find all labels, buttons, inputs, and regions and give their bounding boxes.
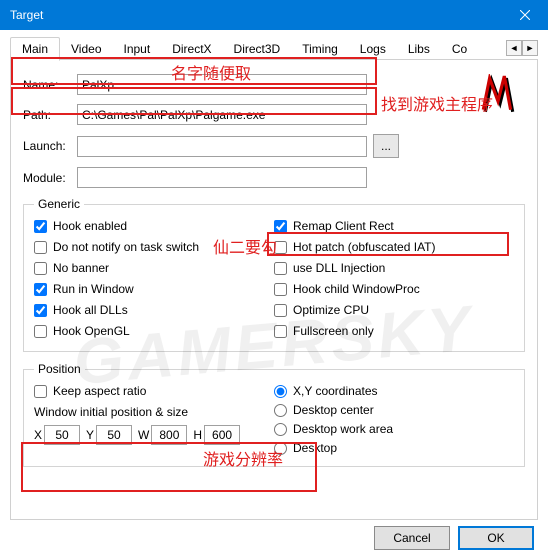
radio-label-2: Desktop work area (293, 422, 393, 436)
path-input[interactable] (77, 104, 367, 125)
tab-timing[interactable]: Timing (291, 38, 349, 60)
chk-label-left-2: No banner (53, 261, 109, 275)
launch-label: Launch: (23, 139, 77, 153)
chk-label-left-0: Hook enabled (53, 219, 127, 233)
radio-label-1: Desktop center (293, 403, 374, 417)
tab-scroll-right[interactable]: ► (522, 40, 538, 56)
w-label: W (138, 428, 149, 442)
app-logo (477, 74, 519, 116)
tab-direct3d[interactable]: Direct3D (223, 38, 292, 60)
chk-label-left-3: Run in Window (53, 282, 134, 296)
position-group: Position Keep aspect ratio Window initia… (23, 362, 525, 467)
radio-3[interactable] (274, 442, 287, 455)
ok-button[interactable]: OK (458, 526, 534, 550)
close-icon (520, 10, 530, 20)
x-input[interactable] (44, 425, 80, 445)
chk-left-4[interactable] (34, 304, 47, 317)
chk-left-1[interactable] (34, 241, 47, 254)
path-label: Path: (23, 108, 77, 122)
w-input[interactable] (151, 425, 187, 445)
module-label: Module: (23, 171, 77, 185)
window-title: Target (10, 8, 502, 22)
chk-right-1[interactable] (274, 241, 287, 254)
tab-bar: Main Video Input DirectX Direct3D Timing… (10, 36, 538, 60)
chk-left-3[interactable] (34, 283, 47, 296)
radio-1[interactable] (274, 404, 287, 417)
chk-left-0[interactable] (34, 220, 47, 233)
chk-label-left-5: Hook OpenGL (53, 324, 130, 338)
chk-right-3[interactable] (274, 283, 287, 296)
cancel-button[interactable]: Cancel (374, 526, 450, 550)
h-label: H (193, 428, 202, 442)
chk-label-right-0: Remap Client Rect (293, 219, 394, 233)
module-input[interactable] (77, 167, 367, 188)
y-label: Y (86, 428, 94, 442)
chk-right-2[interactable] (274, 262, 287, 275)
tab-scroll-left[interactable]: ◄ (506, 40, 522, 56)
chk-label-left-4: Hook all DLLs (53, 303, 128, 317)
name-input[interactable] (77, 74, 367, 95)
tab-input[interactable]: Input (113, 38, 162, 60)
y-input[interactable] (96, 425, 132, 445)
chk-label-left-1: Do not notify on task switch (53, 240, 199, 254)
chk-right-0[interactable] (274, 220, 287, 233)
tab-directx[interactable]: DirectX (161, 38, 222, 60)
tab-libs[interactable]: Libs (397, 38, 441, 60)
chk-left-5[interactable] (34, 325, 47, 338)
close-button[interactable] (502, 0, 548, 30)
position-legend: Position (34, 362, 85, 376)
h-input[interactable] (204, 425, 240, 445)
tab-co[interactable]: Co (441, 38, 478, 60)
chk-label-right-3: Hook child WindowProc (293, 282, 420, 296)
chk-right-5[interactable] (274, 325, 287, 338)
radio-label-0: X,Y coordinates (293, 384, 378, 398)
chk-right-4[interactable] (274, 304, 287, 317)
generic-group: Generic Hook enabled Do not notify on tas… (23, 197, 525, 352)
keep-aspect-checkbox[interactable] (34, 385, 47, 398)
chk-left-2[interactable] (34, 262, 47, 275)
tab-main[interactable]: Main (10, 37, 60, 61)
generic-legend: Generic (34, 197, 84, 211)
launch-input[interactable] (77, 136, 367, 157)
tab-video[interactable]: Video (60, 38, 112, 60)
chk-label-right-2: use DLL Injection (293, 261, 385, 275)
keep-aspect-label: Keep aspect ratio (53, 384, 146, 398)
browse-button[interactable]: ... (373, 134, 399, 158)
x-label: X (34, 428, 42, 442)
tab-logs[interactable]: Logs (349, 38, 397, 60)
chk-label-right-4: Optimize CPU (293, 303, 369, 317)
name-label: Name: (23, 78, 77, 92)
radio-0[interactable] (274, 385, 287, 398)
chk-label-right-5: Fullscreen only (293, 324, 374, 338)
wips-label: Window initial position & size (34, 405, 274, 419)
radio-label-3: Desktop (293, 441, 337, 455)
chk-label-right-1: Hot patch (obfuscated IAT) (293, 240, 436, 254)
radio-2[interactable] (274, 423, 287, 436)
